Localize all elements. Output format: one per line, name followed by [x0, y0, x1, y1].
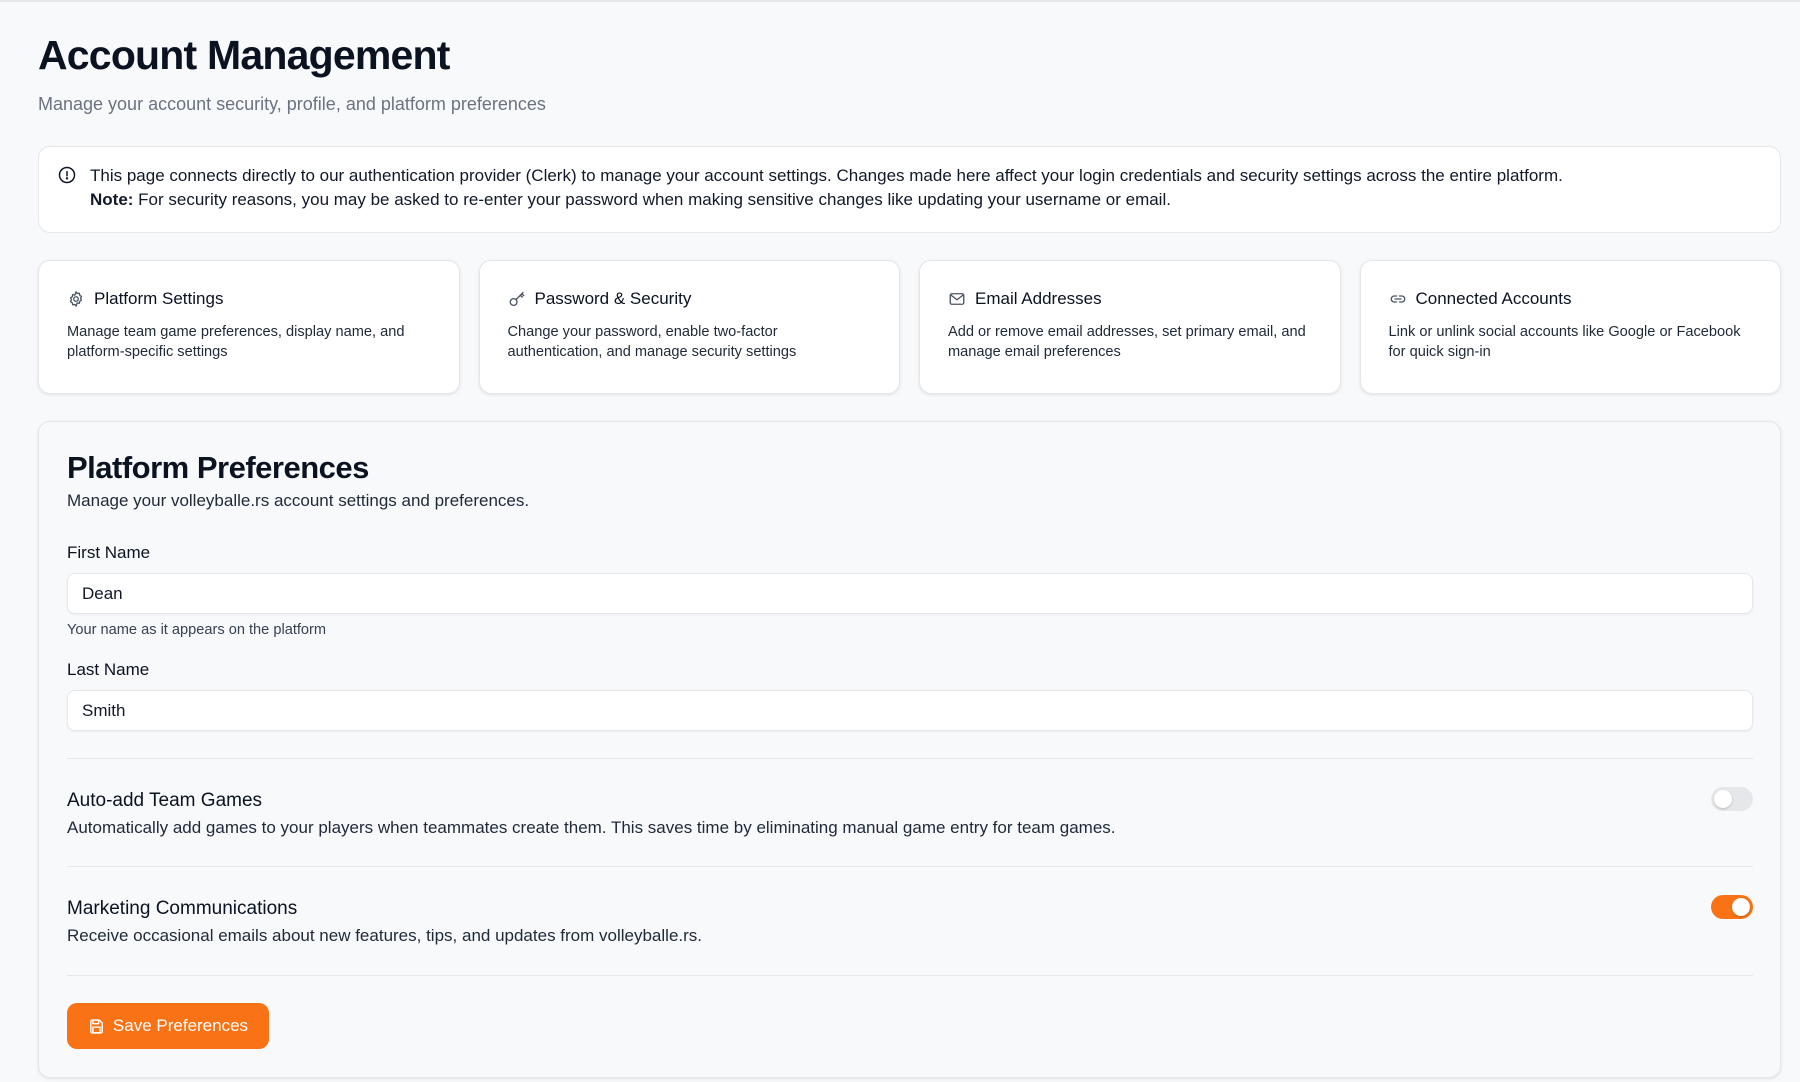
divider [67, 975, 1753, 976]
notice-note-text: For security reasons, you may be asked t… [133, 190, 1171, 209]
divider [67, 866, 1753, 867]
platform-preferences-panel: Platform Preferences Manage your volleyb… [38, 421, 1781, 1078]
card-description: Change your password, enable two-factor … [507, 324, 797, 360]
card-description: Link or unlink social accounts like Goog… [1388, 324, 1741, 360]
notice-note-label: Note: [90, 190, 134, 209]
card-title: Password & Security [534, 289, 692, 308]
card-email-addresses[interactable]: Email Addresses Add or remove email addr… [919, 260, 1341, 394]
divider [67, 758, 1753, 759]
card-title: Connected Accounts [1415, 289, 1572, 308]
page-title: Account Management [38, 32, 450, 78]
info-notice: This page connects directly to our authe… [38, 146, 1781, 233]
auto-add-description: Automatically add games to your players … [67, 818, 1116, 837]
toggle-knob [1732, 898, 1750, 916]
auto-add-title: Auto-add Team Games [67, 790, 263, 811]
notice-note: Note: For security reasons, you may be a… [90, 188, 1760, 212]
card-platform-settings[interactable]: Platform Settings Manage team game prefe… [38, 260, 460, 394]
mail-icon [948, 290, 966, 308]
first-name-label: First Name [67, 543, 151, 562]
first-name-input[interactable] [67, 573, 1753, 614]
last-name-input[interactable] [67, 690, 1753, 731]
card-description: Manage team game preferences, display na… [67, 324, 405, 360]
save-preferences-button[interactable]: Save Preferences [67, 1003, 269, 1049]
card-title: Email Addresses [975, 289, 1102, 308]
save-button-label: Save Preferences [112, 1016, 249, 1035]
gear-icon [67, 290, 85, 308]
card-title: Platform Settings [94, 289, 224, 308]
card-password-security[interactable]: Password & Security Change your password… [478, 260, 900, 394]
toggle-knob [1714, 790, 1732, 808]
marketing-description: Receive occasional emails about new feat… [67, 926, 703, 945]
preferences-title: Platform Preferences [67, 450, 369, 485]
auto-add-toggle[interactable] [1711, 787, 1753, 811]
marketing-toggle[interactable] [1711, 895, 1753, 919]
card-connected-accounts[interactable]: Connected Accounts Link or unlink social… [1359, 260, 1781, 394]
first-name-help: Your name as it appears on the platform [67, 622, 327, 638]
account-management-page: Account Management Manage your account s… [0, 0, 1800, 1082]
notice-text: This page connects directly to our authe… [90, 166, 1563, 185]
alert-circle-icon [58, 166, 76, 184]
key-icon [508, 290, 526, 308]
settings-cards: Platform Settings Manage team game prefe… [38, 260, 1781, 394]
page-subtitle: Manage your account security, profile, a… [38, 94, 546, 114]
card-description: Add or remove email addresses, set prima… [948, 324, 1306, 360]
preferences-subtitle: Manage your volleyballe.rs account setti… [67, 491, 530, 510]
marketing-title: Marketing Communications [67, 898, 298, 919]
link-icon [1389, 290, 1407, 308]
save-icon [88, 1018, 105, 1035]
last-name-label: Last Name [67, 660, 150, 679]
